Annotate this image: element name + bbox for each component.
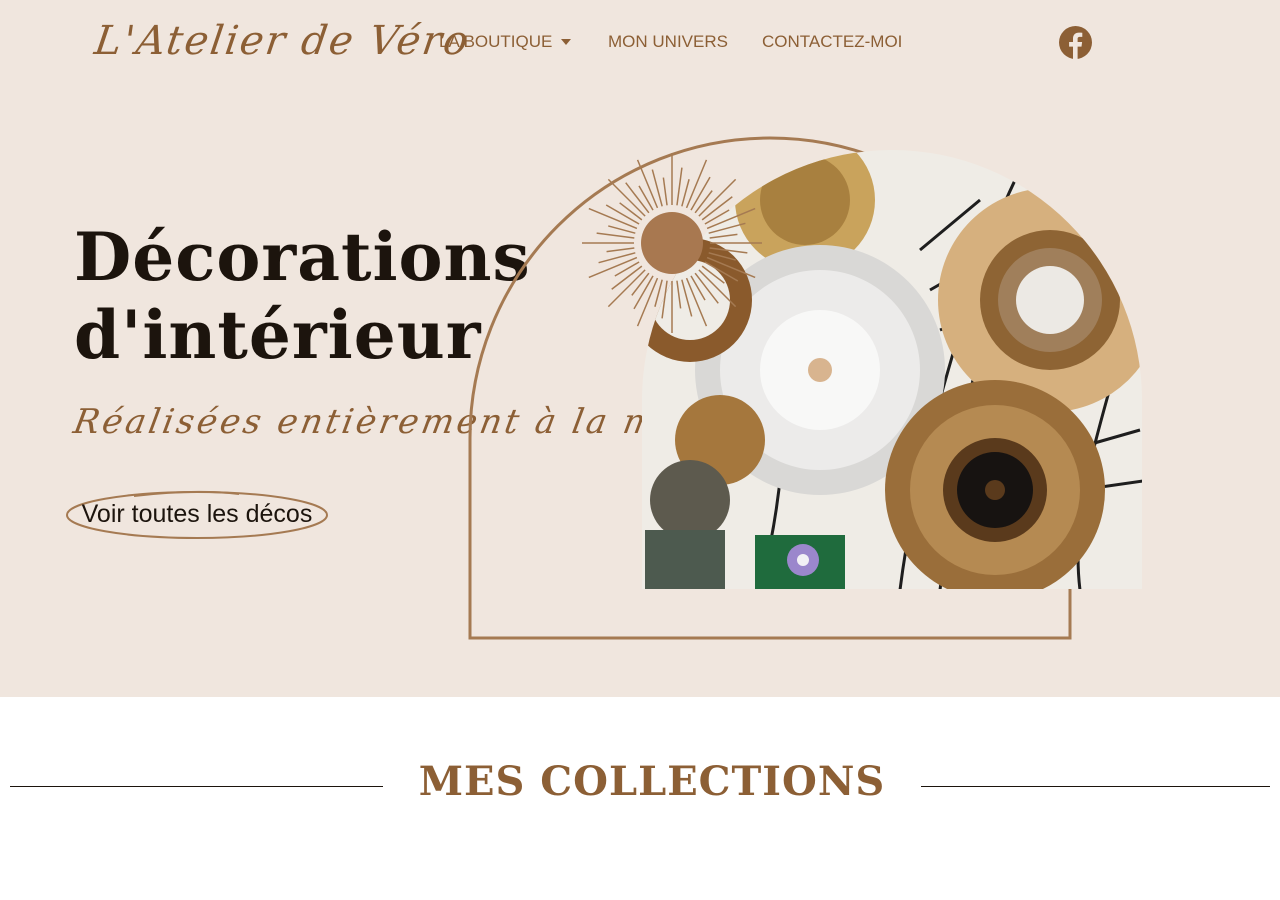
sun-ray xyxy=(606,247,635,253)
sun-ray xyxy=(662,177,668,206)
divider-right xyxy=(921,786,1270,787)
sun-ray xyxy=(631,272,650,296)
nav-item-contact[interactable]: CONTACTEZ-MOI xyxy=(762,30,902,54)
sun-ray xyxy=(596,232,635,239)
sun-ray xyxy=(619,202,643,221)
sun-ray xyxy=(638,185,654,211)
sun-ray xyxy=(654,279,663,307)
nav-item-label: MON UNIVERS xyxy=(608,32,728,51)
view-all-decos-button[interactable]: Voir toutes les décos xyxy=(64,488,330,542)
hero-illustration xyxy=(460,130,1160,650)
nav-item-label: LA BOUTIQUE xyxy=(439,32,553,51)
nav-item-univers[interactable]: MON UNIVERS xyxy=(608,30,728,54)
divider-left xyxy=(10,786,383,787)
nav-item-label: CONTACTEZ-MOI xyxy=(762,32,903,51)
sun-ray xyxy=(614,261,640,277)
sun-ray xyxy=(694,190,713,214)
sun-ray xyxy=(676,167,683,206)
collections-title: MES COLLECTIONS xyxy=(418,758,886,805)
juju-hat-wall-decor-photo xyxy=(642,150,1142,589)
nav-item-boutique[interactable]: LA BOUTIQUE xyxy=(439,30,572,54)
sun-ray xyxy=(608,225,636,234)
caret-down-icon xyxy=(561,38,572,45)
sun-ray xyxy=(681,179,690,207)
facebook-icon[interactable] xyxy=(1059,26,1092,59)
site-logo[interactable]: L'Atelier de Véro xyxy=(91,10,473,72)
cta-label: Voir toutes les décos xyxy=(81,500,313,528)
